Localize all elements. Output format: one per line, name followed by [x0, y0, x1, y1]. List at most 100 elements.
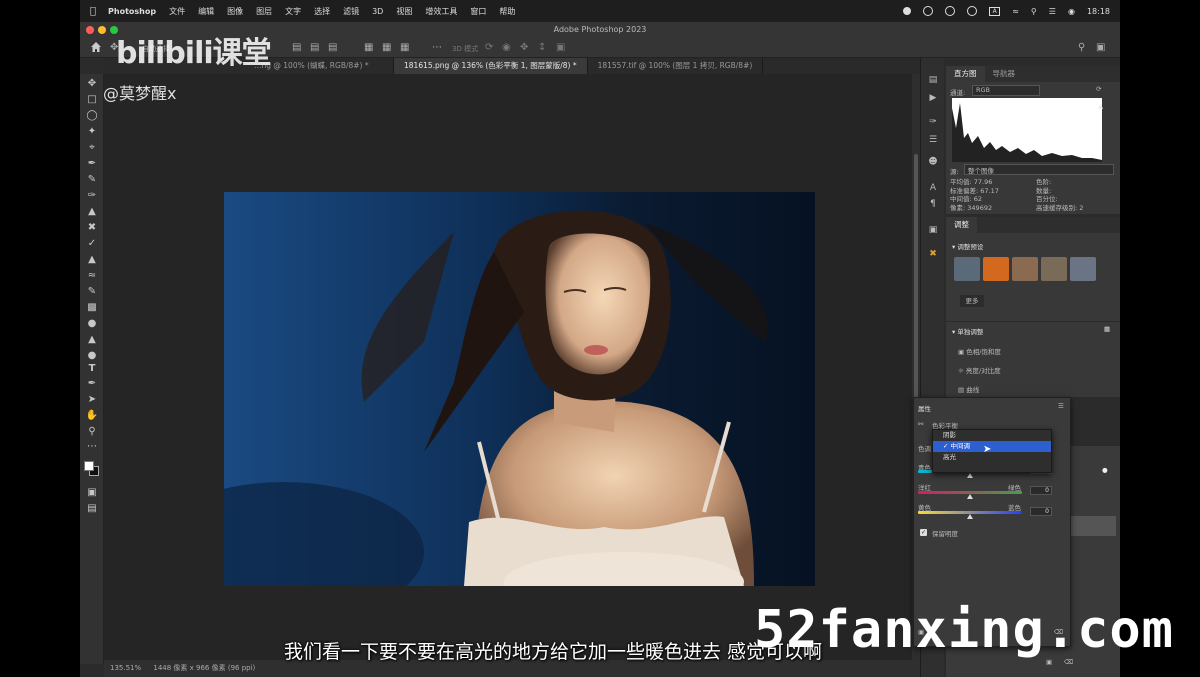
tab-document-2[interactable]: 181615.png @ 136% (色彩平衡 1, 图层蒙版/8) *	[394, 58, 588, 74]
3d-scale-icon[interactable]: ▣	[556, 42, 565, 53]
source-select[interactable]: 整个图像	[964, 164, 1114, 175]
control-center-icon[interactable]: ☰	[1049, 7, 1056, 16]
menu-window[interactable]: 窗口	[470, 6, 486, 17]
history-brush-tool-icon[interactable]: ✖	[85, 221, 99, 235]
3d-orbit-icon[interactable]: ⟳	[485, 42, 493, 53]
menu-plugins[interactable]: 增效工具	[425, 6, 457, 17]
menu-image[interactable]: 图像	[227, 6, 243, 17]
preset-thumb-4[interactable]	[1041, 257, 1067, 281]
presets-header[interactable]: ▾ 调整预设	[952, 241, 983, 251]
workspace-icon[interactable]: ▣	[1096, 42, 1105, 53]
magenta-green-value[interactable]: 0	[1030, 486, 1052, 495]
warning-icon[interactable]: ▲	[1098, 102, 1103, 110]
menu-file[interactable]: 文件	[169, 6, 185, 17]
document-image[interactable]	[224, 192, 815, 586]
menu-3d[interactable]: 3D	[372, 7, 383, 16]
menu-layer[interactable]: 图层	[256, 6, 272, 17]
preset-thumb-5[interactable]	[1070, 257, 1096, 281]
libraries-icon[interactable]: ▣	[927, 224, 939, 236]
menu-filter[interactable]: 滤镜	[343, 6, 359, 17]
foreground-color-swatch[interactable]	[84, 461, 94, 471]
canvas-area[interactable]	[104, 74, 912, 660]
character-panel-icon[interactable]: A	[927, 182, 939, 194]
refresh-icon[interactable]: ⟳	[1096, 85, 1101, 93]
pen-tool-icon[interactable]: ✒	[85, 377, 99, 391]
align-middle-icon[interactable]: ▦	[382, 42, 391, 53]
preset-thumb-1[interactable]	[954, 257, 980, 281]
close-window-button[interactable]	[86, 26, 94, 34]
layer-thumbnail[interactable]	[1066, 516, 1116, 536]
eyedropper-tool-icon[interactable]: ✒	[85, 157, 99, 171]
screen-mode-icon[interactable]: ▤	[85, 502, 99, 516]
stamp-tool-icon[interactable]: ▲	[85, 253, 99, 267]
panel-menu-icon[interactable]: ☰	[1058, 402, 1064, 410]
move-tool-icon[interactable]: ✥	[85, 77, 99, 91]
smudge-tool-icon[interactable]: ≈	[85, 269, 99, 283]
single-adjust-header[interactable]: ▾ 单独调整	[952, 326, 983, 336]
align-bottom-icon[interactable]: ▦	[400, 42, 409, 53]
search-icon[interactable]: ⚲	[1031, 7, 1037, 16]
more-options-icon[interactable]: ⋯	[432, 42, 442, 53]
align-top-icon[interactable]: ▦	[364, 42, 373, 53]
align-right-icon[interactable]: ▤	[328, 42, 337, 53]
healing-brush-tool-icon[interactable]: ✎	[85, 173, 99, 187]
document-info[interactable]: 1448 像素 x 966 像素 (96 ppi)	[153, 664, 255, 672]
object-select-tool-icon[interactable]: ✦	[85, 125, 99, 139]
3d-roll-icon[interactable]: ◉	[502, 42, 511, 53]
preserve-luminosity-checkbox[interactable]: ✓	[920, 529, 927, 536]
grid-view-icon[interactable]: ▦	[1104, 325, 1110, 333]
blur-tool-icon[interactable]: ●	[85, 317, 99, 331]
actions-panel-icon[interactable]: ▶	[927, 92, 939, 104]
gradient-tool-icon[interactable]: ▩	[85, 301, 99, 315]
tab-navigator[interactable]: 导航器	[985, 66, 1024, 82]
brightness-contrast-item[interactable]: ☼ 亮度/对比度	[958, 365, 1001, 375]
hand-tool-icon[interactable]: ✋	[85, 409, 99, 423]
menu-view[interactable]: 视图	[396, 6, 412, 17]
wifi-icon[interactable]: ≈	[1012, 7, 1019, 16]
tone-option-midtones[interactable]: ✓ 中间调	[933, 441, 1051, 452]
more-tools-icon[interactable]: ⋯	[85, 440, 99, 454]
clone-stamp-tool-icon[interactable]: ▲	[85, 205, 99, 219]
preset-thumb-3[interactable]	[1012, 257, 1038, 281]
more-presets-button[interactable]: 更多	[960, 295, 984, 307]
type-tool-icon[interactable]: T	[85, 362, 99, 376]
preset-thumb-2[interactable]	[983, 257, 1009, 281]
hue-sat-item[interactable]: ▣ 色相/饱和度	[958, 346, 1001, 356]
input-method-indicator[interactable]: A	[989, 6, 1001, 16]
path-select-tool-icon[interactable]: ➤	[85, 393, 99, 407]
menu-help[interactable]: 帮助	[499, 6, 515, 17]
paragraph-panel-icon[interactable]: ¶	[927, 198, 939, 210]
zoom-tool-icon[interactable]: ⚲	[85, 425, 99, 439]
history-panel-icon[interactable]: ▤	[927, 74, 939, 86]
align-left-icon[interactable]: ▤	[292, 42, 301, 53]
crop-tool-icon[interactable]: ⌖	[85, 141, 99, 155]
marquee-tool-icon[interactable]: □	[85, 93, 99, 107]
align-center-icon[interactable]: ▤	[310, 42, 319, 53]
apple-icon[interactable]: 	[90, 6, 96, 17]
dodge-tool-icon[interactable]: ●	[85, 349, 99, 363]
magenta-green-knob[interactable]	[967, 494, 973, 499]
eraser-tool-icon[interactable]: ✓	[85, 237, 99, 251]
menu-edit[interactable]: 编辑	[198, 6, 214, 17]
zoom-level[interactable]: 135.51%	[110, 664, 141, 672]
tools-cross-icon[interactable]: ✖	[927, 248, 939, 260]
clock-icon[interactable]	[967, 6, 978, 16]
search-icon[interactable]: ⚲	[1078, 42, 1085, 53]
siri-icon[interactable]: ◉	[1068, 7, 1075, 16]
minimize-window-button[interactable]	[98, 26, 106, 34]
channel-select[interactable]: RGB	[972, 85, 1040, 96]
brush-tool-icon[interactable]: ✑	[85, 189, 99, 203]
menu-app-name[interactable]: Photoshop	[108, 7, 156, 16]
menu-type[interactable]: 文字	[285, 6, 301, 17]
brush-settings-icon[interactable]: ✑	[927, 116, 939, 128]
play-icon[interactable]	[945, 6, 956, 16]
quick-mask-icon[interactable]: ▣	[85, 486, 99, 500]
cyan-red-knob[interactable]	[967, 473, 973, 478]
tone-option-shadows[interactable]: 阴影	[933, 430, 1051, 441]
home-icon[interactable]	[90, 41, 102, 53]
tab-adjustments[interactable]: 调整	[946, 217, 977, 233]
3d-pan-icon[interactable]: ✥	[520, 42, 528, 53]
tone-option-highlights[interactable]: 高光	[933, 452, 1051, 463]
tab-histogram[interactable]: 直方图	[946, 66, 985, 82]
record-icon[interactable]	[903, 7, 912, 15]
